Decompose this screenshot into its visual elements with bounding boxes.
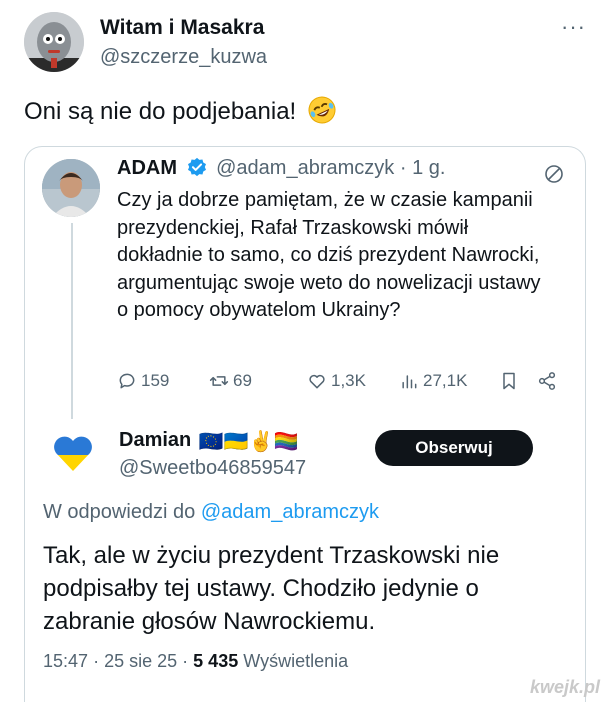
quoted-author-avatar[interactable] (42, 159, 100, 217)
quoted-separator: · (399, 157, 407, 179)
grok-icon[interactable] (543, 163, 565, 185)
reply-time[interactable]: 15:47 (43, 651, 88, 671)
reply-date[interactable]: 25 sie 25 (104, 651, 177, 671)
in-reply-to: W odpowiedzi do @adam_abramczyk (43, 501, 379, 524)
meta-dot-2: · (182, 651, 189, 671)
author-handle[interactable]: @szczerze_kuzwa (100, 46, 267, 69)
reply-post-text: Tak, ale w życiu prezydent Trzaskowski n… (43, 542, 500, 635)
post-header: Witam i Masakra @szczerze_kuzwa ··· (0, 0, 610, 80)
reply-views-count: 5 435 (193, 651, 239, 671)
quoted-action-bar: 159 69 1,3K 27,1K (117, 371, 557, 395)
reply-meta: 15:47 · 25 sie 25 · 5 435 Wyświetlenia (43, 651, 348, 672)
share-action[interactable] (537, 371, 557, 391)
reply-author-flags: 🇪🇺🇺🇦✌️🏳️‍🌈 (198, 431, 299, 453)
in-reply-mention-link[interactable]: @adam_abramczyk (201, 501, 379, 523)
in-reply-prefix: W odpowiedzi do (43, 501, 196, 523)
rofl-emoji-icon (308, 96, 336, 124)
cartoon-avatar-icon (24, 12, 84, 72)
views-action[interactable]: 27,1K (399, 371, 467, 391)
author-name[interactable]: Witam i Masakra (100, 16, 264, 40)
quoted-author-handle[interactable]: @adam_abramczyk (216, 157, 394, 179)
thread-connector-line (71, 223, 73, 419)
author-avatar[interactable] (24, 12, 84, 72)
heart-icon (309, 374, 325, 389)
verified-badge-icon (187, 157, 206, 177)
meta-dot-1: · (93, 651, 100, 671)
like-count: 1,3K (331, 371, 366, 390)
reply-views-label: Wyświetlenia (243, 651, 349, 671)
reply-count: 159 (141, 371, 170, 390)
reply-author-row: Damian 🇪🇺🇺🇦✌️🏳️‍🌈 (119, 429, 298, 454)
repost-icon (209, 376, 229, 386)
person-photo-icon (42, 159, 100, 217)
views-chart-icon (402, 375, 417, 389)
more-options-button[interactable]: ··· (561, 14, 586, 40)
watermark-logo: kwejk.pl (529, 677, 600, 697)
post-text-content: Oni są nie do podjebania! (24, 98, 297, 125)
repost-action[interactable]: 69 (209, 371, 252, 391)
like-action[interactable]: 1,3K (307, 371, 366, 391)
reply-icon (119, 373, 135, 389)
quoted-time[interactable]: 1 g. (412, 157, 445, 179)
reply-author-handle[interactable]: @Sweetbo46859547 (119, 457, 306, 480)
share-icon (538, 372, 556, 390)
quoted-post-text: Czy ja dobrze pamiętam, że w czasie kamp… (117, 189, 541, 321)
bookmark-action[interactable] (499, 371, 519, 391)
bookmark-icon (503, 372, 515, 390)
views-count-quoted: 27,1K (423, 371, 468, 390)
reply-author-avatar-heart-icon[interactable] (51, 431, 95, 475)
reply-action[interactable]: 159 (117, 371, 169, 391)
reply-author-name[interactable]: Damian (119, 429, 191, 451)
quoted-author-row: ADAM @adam_abramczyk · 1 g. (117, 157, 445, 180)
quoted-author-name[interactable]: ADAM (117, 157, 177, 179)
post-text: Oni są nie do podjebania! (24, 95, 337, 128)
repost-count: 69 (233, 371, 252, 390)
quoted-thread-card[interactable]: ADAM @adam_abramczyk · 1 g. Czy ja dobrz… (24, 146, 586, 702)
follow-button[interactable]: Obserwuj (375, 430, 533, 466)
